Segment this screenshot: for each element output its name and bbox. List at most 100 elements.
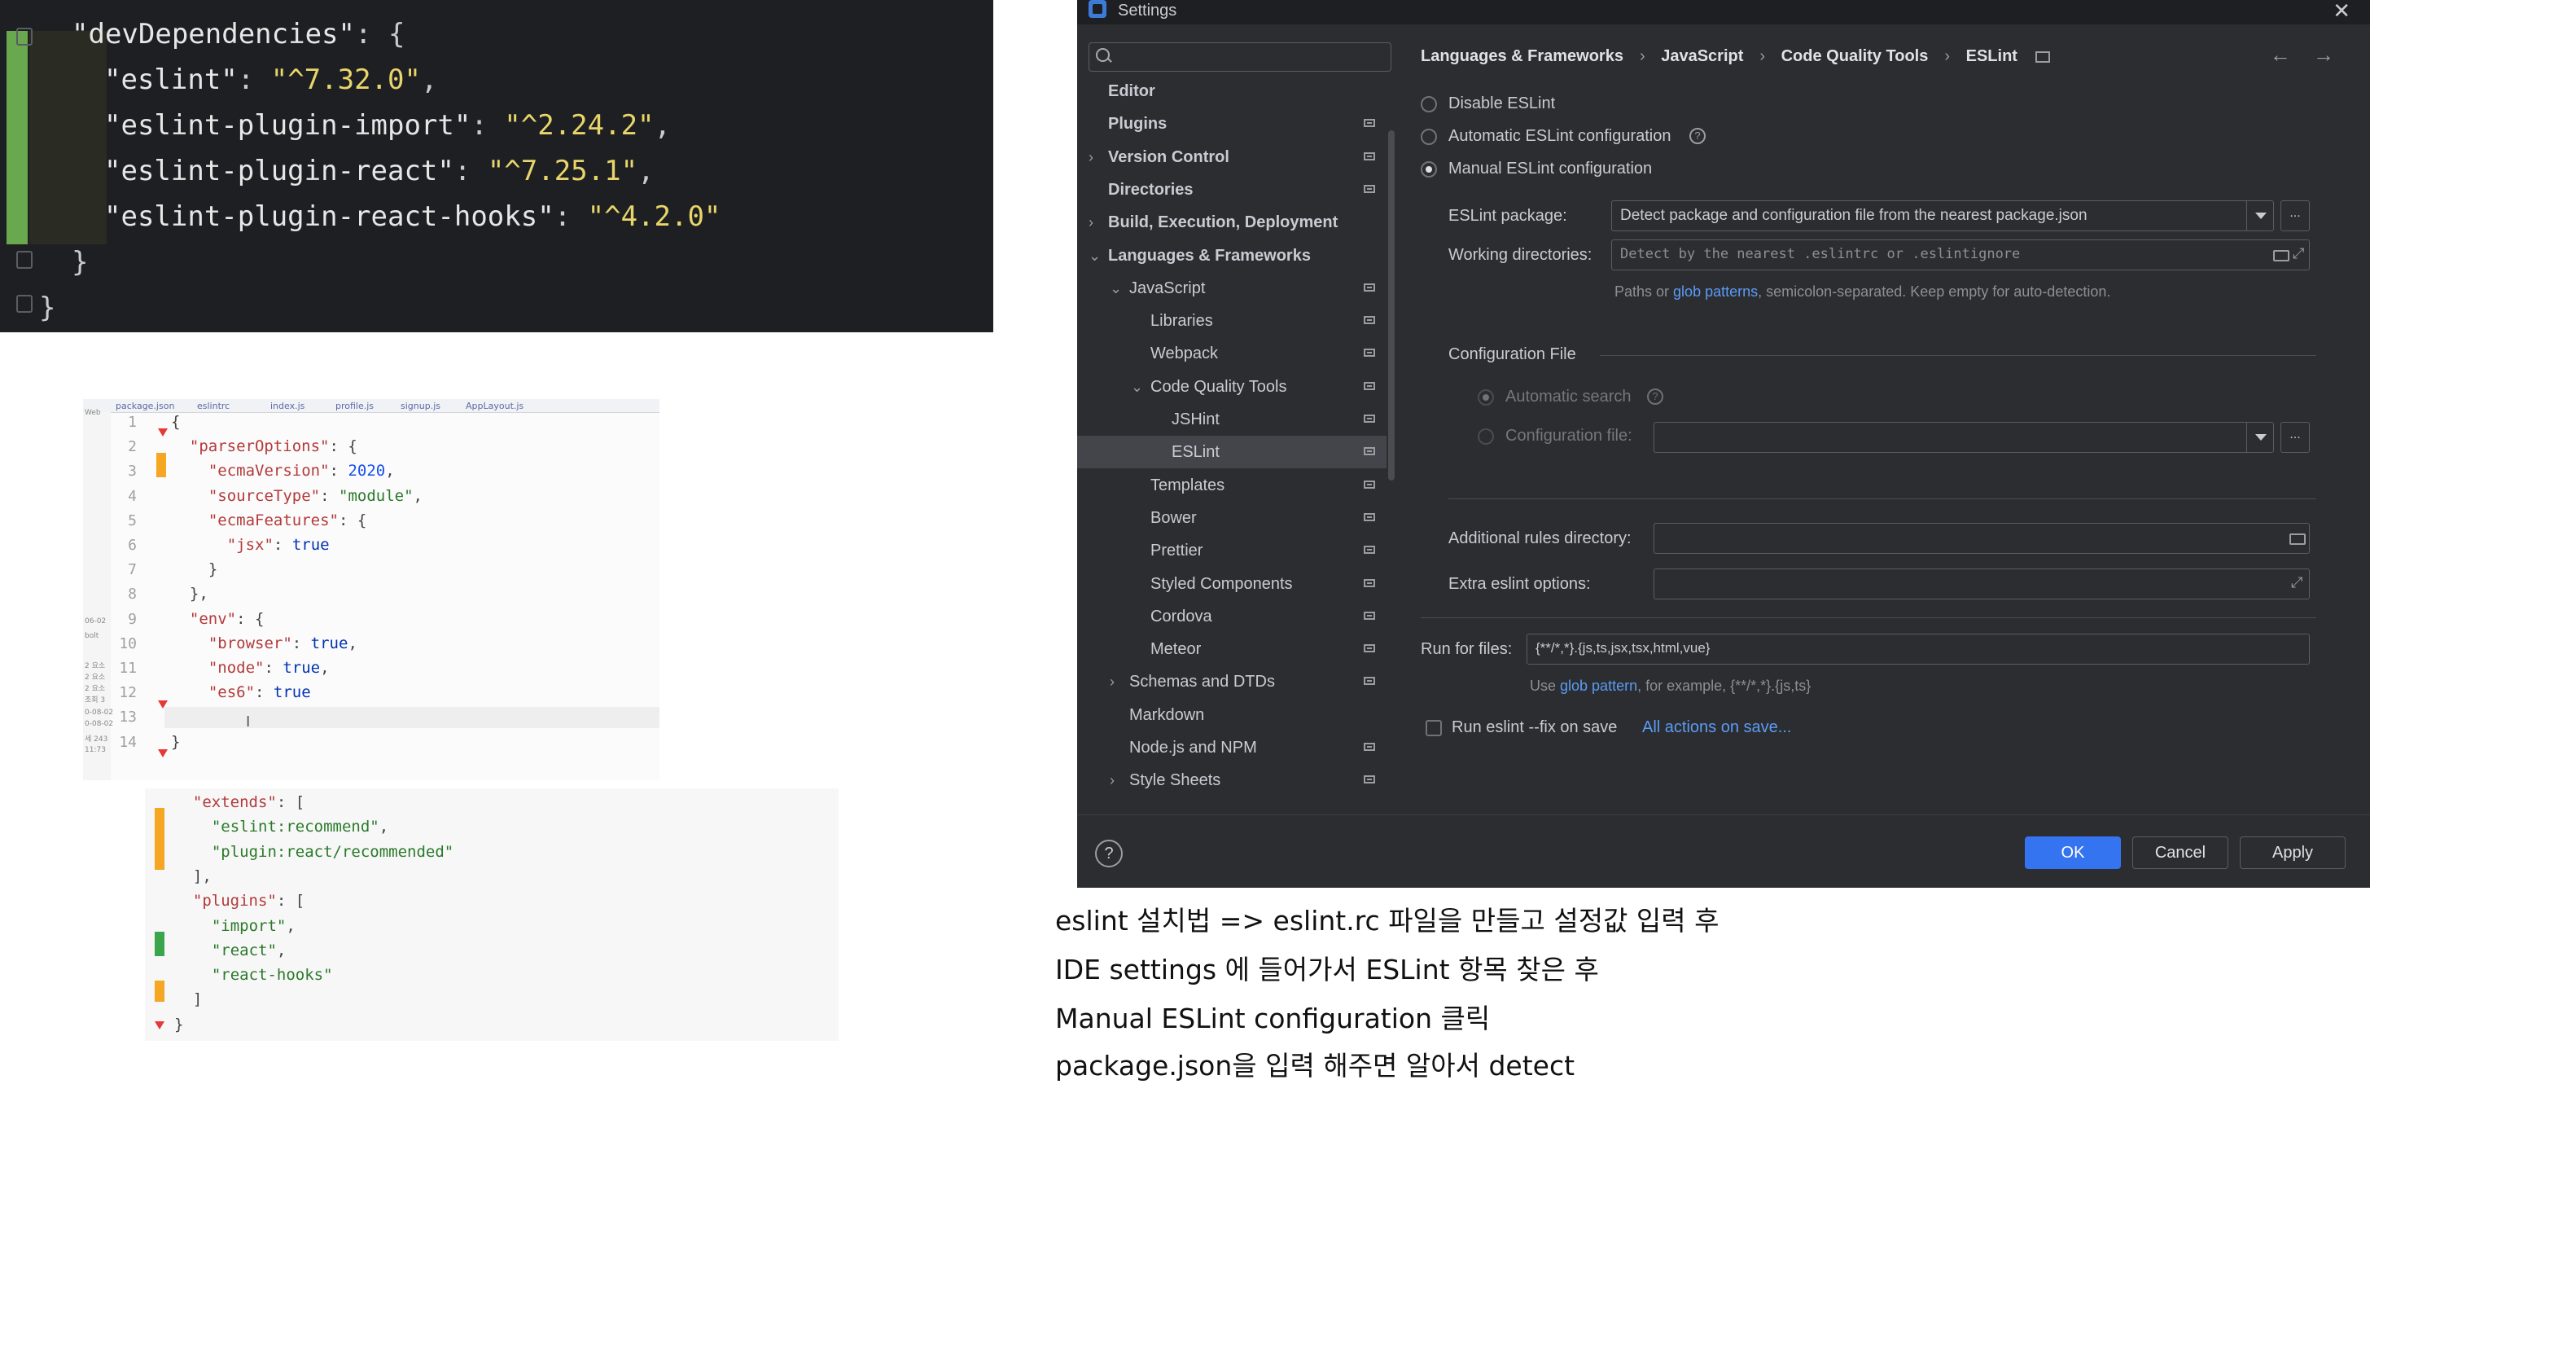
tree-item-webpack[interactable]: Webpack <box>1077 337 1387 370</box>
automatic-eslint-radio[interactable] <box>1421 129 1437 145</box>
fold-icon[interactable] <box>16 295 33 313</box>
tree-item-styled-components[interactable]: Styled Components <box>1077 568 1387 600</box>
code-line: "eslint-plugin-import": "^2.24.2", <box>104 109 671 142</box>
tree-item-node-js-and-npm[interactable]: Node.js and NPM <box>1077 731 1387 764</box>
punctuation <box>339 437 348 455</box>
fix-on-save-label[interactable]: Run eslint --fix on save <box>1452 718 1617 737</box>
code-line: "plugins": [ <box>174 892 304 910</box>
tree-item-templates[interactable]: Templates <box>1077 469 1387 502</box>
tree-item-libraries[interactable]: Libraries <box>1077 305 1387 337</box>
glob-pattern-link[interactable]: glob pattern <box>1560 678 1637 694</box>
error-marker-icon <box>158 749 168 757</box>
group-divider <box>1600 355 2316 356</box>
configuration-file-select[interactable] <box>1654 422 2274 453</box>
browse-package-button[interactable]: ... <box>2280 200 2310 231</box>
chevron-right-icon[interactable]: › <box>1089 206 1093 239</box>
fix-on-save-checkbox[interactable] <box>1426 720 1442 736</box>
punctuation <box>183 818 192 836</box>
punctuation: : { <box>355 18 405 50</box>
browse-config-button[interactable]: ... <box>2280 422 2310 453</box>
automatic-search-radio[interactable] <box>1478 389 1494 406</box>
tree-item-bower[interactable]: Bower <box>1077 502 1387 534</box>
chevron-right-icon[interactable]: › <box>1110 665 1115 698</box>
breadcrumb-item[interactable]: Code Quality Tools <box>1781 47 1929 65</box>
settings-search-input[interactable] <box>1089 42 1391 72</box>
manual-eslint-label[interactable]: Manual ESLint configuration <box>1448 160 1652 178</box>
fold-icon[interactable] <box>16 251 33 269</box>
help-icon[interactable]: ? <box>1647 388 1663 405</box>
tree-item-prettier[interactable]: Prettier <box>1077 534 1387 567</box>
cancel-button[interactable]: Cancel <box>2132 836 2228 869</box>
punctuation: , <box>637 155 655 187</box>
chevron-right-icon[interactable]: › <box>1089 141 1093 173</box>
manual-eslint-radio[interactable] <box>1421 161 1437 178</box>
json-key: "eslint" <box>104 64 238 96</box>
breadcrumb-item[interactable]: Languages & Frameworks <box>1421 47 1623 65</box>
punctuation: : <box>291 634 302 652</box>
tree-item-cordova[interactable]: Cordova <box>1077 600 1387 633</box>
back-arrow-icon[interactable]: ← <box>2270 42 2291 67</box>
chevron-down-icon[interactable] <box>2246 423 2273 452</box>
chevron-down-icon[interactable]: ⌄ <box>1110 272 1122 305</box>
tree-item-editor[interactable]: Editor <box>1077 75 1387 108</box>
tree-item-schemas-and-dtds[interactable]: › Schemas and DTDs <box>1077 665 1387 698</box>
disable-eslint-label[interactable]: Disable ESLint <box>1448 94 1555 113</box>
eslint-package-label: ESLint package: <box>1448 207 1567 225</box>
forward-arrow-icon[interactable]: → <box>2313 42 2334 67</box>
tree-item-meteor[interactable]: Meteor <box>1077 633 1387 665</box>
tab-signup-js[interactable]: signup.js <box>401 401 440 411</box>
ok-button[interactable]: OK <box>2025 836 2121 869</box>
punctuation <box>174 941 183 959</box>
breadcrumb-item[interactable]: JavaScript <box>1661 47 1743 65</box>
project-scope-icon <box>1364 381 1375 390</box>
tab-profile-js[interactable]: profile.js <box>335 401 374 411</box>
chevron-down-icon[interactable]: ⌄ <box>1131 371 1143 403</box>
tree-item-plugins[interactable]: Plugins <box>1077 108 1387 140</box>
glob-patterns-link[interactable]: glob patterns <box>1673 283 1758 300</box>
punctuation: { <box>171 413 181 431</box>
tab-index-js[interactable]: index.js <box>270 401 304 411</box>
disable-eslint-radio[interactable] <box>1421 96 1437 112</box>
chevron-right-icon[interactable]: › <box>1110 764 1115 797</box>
tree-item-javascript[interactable]: ⌄ JavaScript <box>1077 272 1387 305</box>
tree-item-languages-frameworks[interactable]: ⌄ Languages & Frameworks <box>1077 239 1387 272</box>
tree-item-jshint[interactable]: JSHint <box>1077 403 1387 436</box>
tree-item-code-quality-tools[interactable]: ⌄ Code Quality Tools <box>1077 371 1387 403</box>
close-icon[interactable]: ✕ <box>2333 0 2350 24</box>
apply-button[interactable]: Apply <box>2240 836 2346 869</box>
tree-item-version-control[interactable]: › Version Control <box>1077 141 1387 173</box>
tree-item-label: Code Quality Tools <box>1150 377 1287 396</box>
punctuation <box>190 659 199 677</box>
help-icon[interactable]: ? <box>1689 128 1706 144</box>
tab-applayout-js[interactable]: AppLayout.js <box>466 401 524 411</box>
additional-rules-input[interactable] <box>1654 523 2310 554</box>
expand-icon[interactable] <box>2293 245 2306 262</box>
tab-package-json[interactable]: package.json <box>116 401 174 411</box>
eslintrc-code-shot: package.json eslintrc index.js profile.j… <box>83 399 659 780</box>
punctuation: ] <box>192 867 203 885</box>
automatic-eslint-label[interactable]: Automatic ESLint configuration <box>1448 127 1671 146</box>
help-button[interactable]: ? <box>1095 840 1123 867</box>
working-directories-input[interactable]: Detect by the nearest .eslintrc or .esli… <box>1611 239 2310 270</box>
tree-item-eslint[interactable]: ESLint <box>1077 436 1387 469</box>
tree-item-directories[interactable]: Directories <box>1077 173 1387 206</box>
chevron-down-icon[interactable] <box>2246 201 2273 230</box>
configuration-file-radio[interactable] <box>1478 428 1494 445</box>
tree-item-style-sheets[interactable]: › Style Sheets <box>1077 764 1387 797</box>
tree-scrollbar[interactable] <box>1388 130 1395 481</box>
expand-icon[interactable] <box>2291 574 2304 591</box>
tree-item-markdown[interactable]: Markdown <box>1077 699 1387 731</box>
run-for-files-input[interactable]: {**/*,*}.{js,ts,jsx,tsx,html,vue} <box>1527 634 2310 665</box>
folder-icon[interactable] <box>2273 250 2289 261</box>
folder-icon[interactable] <box>2289 533 2306 545</box>
eslint-package-select[interactable]: Detect package and configuration file fr… <box>1611 200 2274 231</box>
tab-eslintrc[interactable]: eslintrc <box>197 401 230 411</box>
extra-options-input[interactable] <box>1654 568 2310 599</box>
punctuation: { <box>348 437 357 456</box>
tree-item-build-execution-deployment[interactable]: › Build, Execution, Deployment <box>1077 206 1387 239</box>
chevron-down-icon[interactable]: ⌄ <box>1089 239 1101 272</box>
side-panel-label: 2 요소 <box>85 662 106 670</box>
all-actions-on-save-link[interactable]: All actions on save... <box>1642 718 1791 737</box>
fold-icon[interactable] <box>16 28 33 46</box>
configuration-file-label: Configuration file: <box>1505 427 1632 445</box>
